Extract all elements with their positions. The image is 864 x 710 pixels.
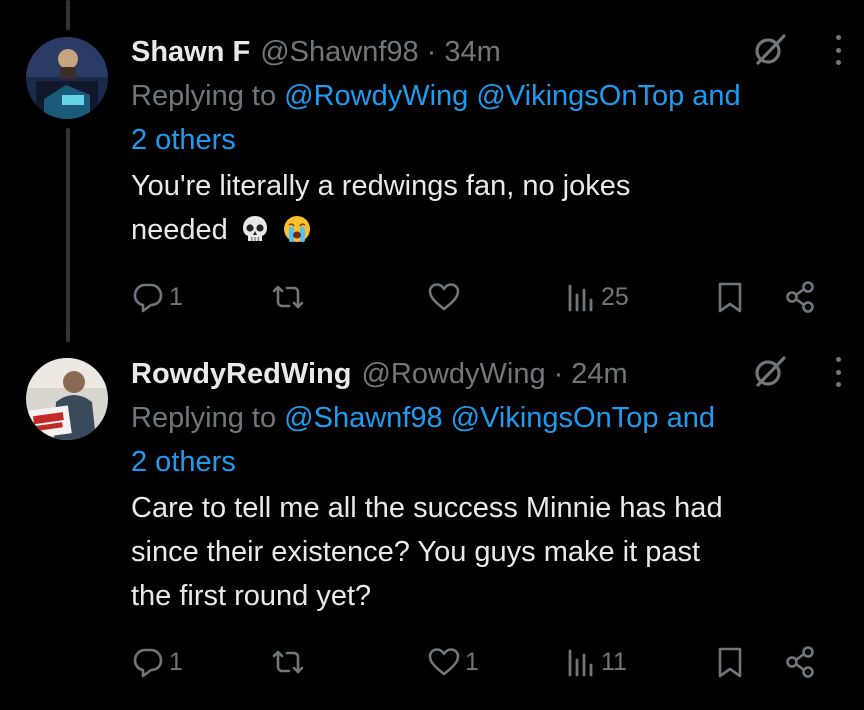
tweet-header: Shawn F @Shawnf98 · 34m: [131, 30, 844, 74]
views-count: 11: [601, 647, 627, 676]
like-icon: [428, 283, 460, 311]
display-name[interactable]: RowdyRedWing: [131, 352, 351, 396]
reply-count: 1: [169, 647, 183, 676]
tweet-text-line: Care to tell me all the success Minnie h…: [131, 492, 723, 524]
like-count: 1: [465, 647, 479, 676]
grok-icon[interactable]: [752, 354, 788, 390]
avatar[interactable]: [26, 358, 108, 440]
mention-link[interactable]: @VikingsOnTop: [476, 80, 684, 112]
action-bar: 1 1 11: [131, 645, 824, 685]
views-count: 25: [601, 282, 629, 311]
reply-button[interactable]: 1: [131, 280, 183, 314]
loudly-crying-face-emoji: [283, 216, 310, 242]
and-others-link[interactable]: and: [692, 80, 740, 112]
action-bar: 1 25: [131, 280, 824, 320]
reply-icon: [133, 648, 163, 678]
display-name[interactable]: Shawn F: [131, 30, 250, 74]
bookmark-button[interactable]: [713, 645, 747, 679]
replying-to: Replying to @Shawnf98 @VikingsOnTop and …: [131, 396, 844, 484]
replying-prefix: Replying to: [131, 402, 277, 434]
retweet-icon: [272, 650, 304, 674]
more-icon[interactable]: [832, 35, 844, 65]
reply-icon: [133, 283, 163, 313]
others-link[interactable]: 2 others: [131, 124, 236, 156]
tweet-header: RowdyRedWing @RowdyWing · 24m: [131, 352, 844, 396]
tweet-text-line: You're literally a redwings fan, no joke…: [131, 170, 631, 202]
separator-dot: ·: [426, 36, 437, 68]
user-handle[interactable]: @RowdyWing: [361, 352, 545, 396]
views-button[interactable]: 11: [563, 645, 627, 679]
like-button[interactable]: [427, 280, 465, 314]
replying-to: Replying to @RowdyWing @VikingsOnTop and…: [131, 74, 844, 162]
share-icon: [786, 646, 814, 678]
timestamp[interactable]: 24m: [571, 352, 627, 396]
and-others-link[interactable]: and: [667, 402, 715, 434]
grok-icon[interactable]: [752, 32, 788, 68]
reply-button[interactable]: 1: [131, 645, 183, 679]
like-icon: [428, 648, 460, 676]
tweet-text: You're literally a redwings fan, no joke…: [131, 164, 844, 252]
retweet-button[interactable]: [271, 280, 309, 314]
views-icon: [568, 284, 593, 312]
avatar[interactable]: [26, 37, 108, 119]
mention-link[interactable]: @VikingsOnTop: [451, 402, 659, 434]
more-icon[interactable]: [832, 357, 844, 387]
bookmark-icon: [718, 647, 742, 678]
views-button[interactable]: 25: [563, 280, 629, 314]
share-icon: [786, 281, 814, 313]
share-button[interactable]: [783, 280, 817, 314]
tweet[interactable]: RowdyRedWing @RowdyWing · 24m Replying t…: [0, 345, 864, 710]
separator-dot: ·: [553, 358, 564, 390]
bookmark-icon: [718, 282, 742, 313]
timestamp[interactable]: 34m: [444, 30, 500, 74]
retweet-button[interactable]: [271, 645, 309, 679]
like-button[interactable]: 1: [427, 645, 479, 679]
replying-prefix: Replying to: [131, 80, 277, 112]
tweet-text-line: needed: [131, 214, 228, 246]
mention-link[interactable]: @Shawnf98: [284, 402, 442, 434]
tweet-text-line: the first round yet?: [131, 580, 372, 612]
tweet-text: Care to tell me all the success Minnie h…: [131, 486, 844, 618]
share-button[interactable]: [783, 645, 817, 679]
tweet[interactable]: Shawn F @Shawnf98 · 34m Replying to @Row…: [0, 0, 864, 345]
mention-link[interactable]: @RowdyWing: [284, 80, 468, 112]
tweet-text-line: since their existence? You guys make it …: [131, 536, 701, 568]
reply-count: 1: [169, 282, 183, 311]
retweet-icon: [272, 285, 304, 309]
skull-emoji: [242, 216, 267, 241]
others-link[interactable]: 2 others: [131, 446, 236, 478]
bookmark-button[interactable]: [713, 280, 747, 314]
views-icon: [568, 649, 593, 677]
user-handle[interactable]: @Shawnf98: [260, 30, 418, 74]
